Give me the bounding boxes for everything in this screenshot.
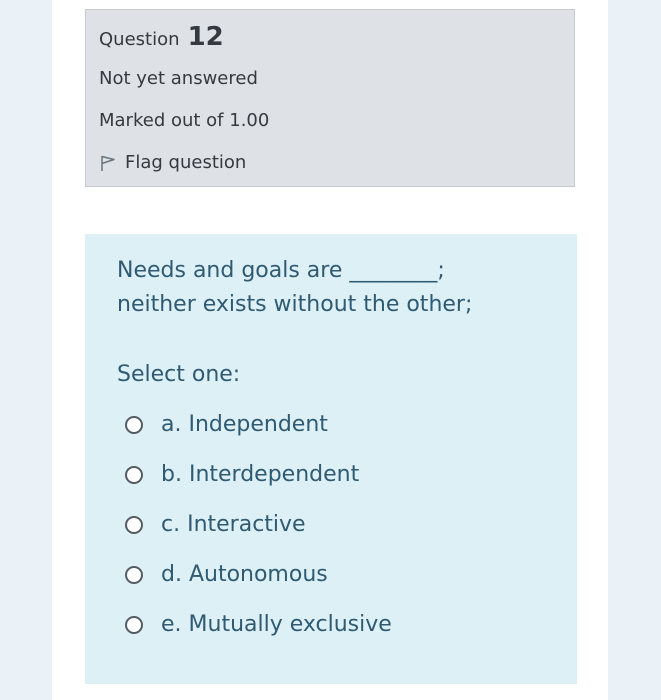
question-formulation: Needs and goals are ________; neither ex… bbox=[85, 234, 577, 684]
radio-button-a[interactable] bbox=[125, 416, 143, 434]
select-one-prompt: Select one: bbox=[117, 362, 241, 387]
radio-button-c[interactable] bbox=[125, 516, 143, 534]
option-b[interactable]: b. Interdependent bbox=[125, 450, 392, 500]
option-a-label[interactable]: a. Independent bbox=[161, 410, 328, 440]
option-c-label[interactable]: c. Interactive bbox=[161, 510, 306, 540]
question-info: Question 12 Not yet answered Marked out … bbox=[85, 9, 575, 187]
question-title: Question 12 bbox=[99, 24, 224, 53]
flag-question-label: Flag question bbox=[125, 152, 247, 173]
question-text-line-2: neither exists without the other; bbox=[117, 292, 473, 317]
answer-options: a. Independent b. Interdependent c. Inte… bbox=[125, 400, 392, 650]
question-text-line-1: Needs and goals are ________; bbox=[117, 258, 445, 283]
option-e-label[interactable]: e. Mutually exclusive bbox=[161, 610, 392, 640]
radio-button-b[interactable] bbox=[125, 466, 143, 484]
question-grade: Marked out of 1.00 bbox=[99, 110, 270, 131]
option-c[interactable]: c. Interactive bbox=[125, 500, 392, 550]
option-e[interactable]: e. Mutually exclusive bbox=[125, 600, 392, 650]
flag-question-link[interactable]: Flag question bbox=[99, 151, 246, 175]
question-state: Not yet answered bbox=[99, 68, 258, 89]
radio-button-e[interactable] bbox=[125, 616, 143, 634]
option-b-label[interactable]: b. Interdependent bbox=[161, 460, 359, 490]
page-content: Question 12 Not yet answered Marked out … bbox=[52, 0, 608, 700]
question-label: Question bbox=[99, 29, 180, 50]
radio-button-d[interactable] bbox=[125, 566, 143, 584]
question-text: Needs and goals are ________; neither ex… bbox=[117, 254, 557, 322]
option-d-label[interactable]: d. Autonomous bbox=[161, 560, 328, 590]
question-number: 12 bbox=[187, 22, 224, 52]
flag-icon bbox=[99, 154, 117, 172]
option-a[interactable]: a. Independent bbox=[125, 400, 392, 450]
option-d[interactable]: d. Autonomous bbox=[125, 550, 392, 600]
